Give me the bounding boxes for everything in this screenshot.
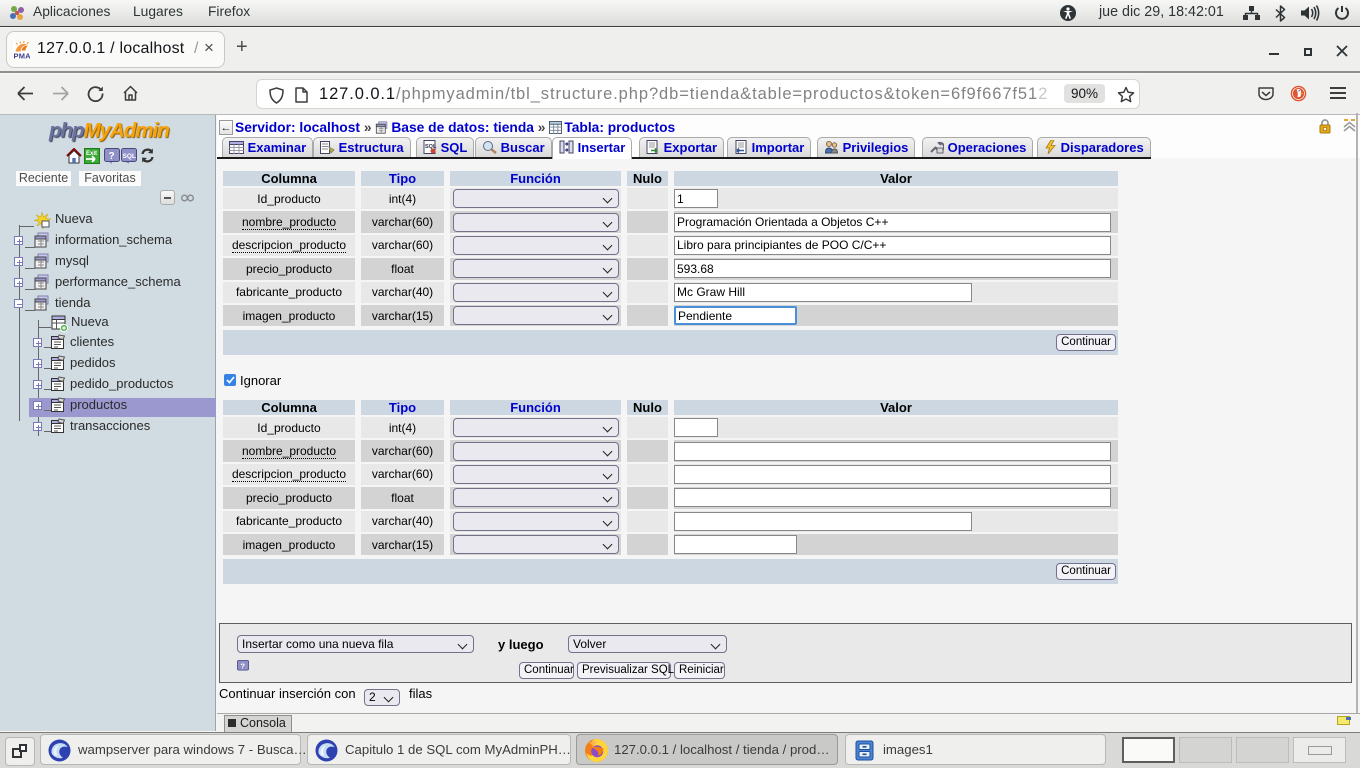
svg-text:Exit: Exit (86, 151, 97, 157)
svg-text:?: ? (109, 151, 115, 162)
svg-text:?: ? (240, 661, 245, 670)
svg-text:PMA: PMA (14, 52, 31, 60)
svg-text:SQL: SQL (123, 153, 136, 160)
svg-text:SQL: SQL (425, 144, 437, 150)
